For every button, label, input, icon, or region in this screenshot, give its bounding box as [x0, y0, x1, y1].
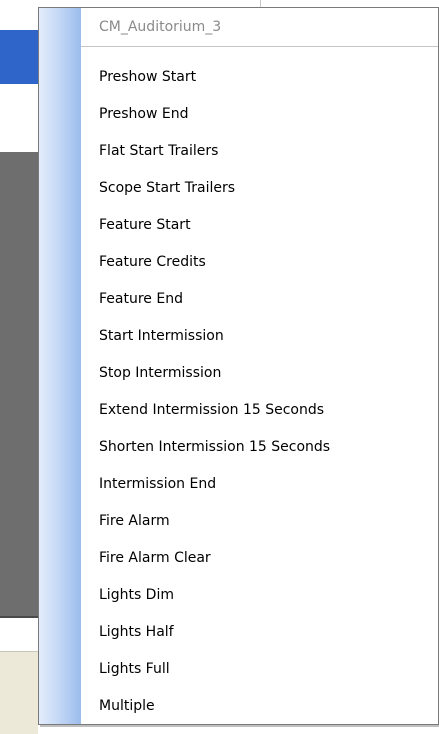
menu-item-preshow-start[interactable]: Preshow Start [39, 59, 438, 96]
menu-item-start-intermission[interactable]: Start Intermission [39, 318, 438, 355]
menu-item-feature-start[interactable]: Feature Start [39, 207, 438, 244]
menu-item-fire-alarm-clear[interactable]: Fire Alarm Clear [39, 540, 438, 577]
menu-item-feature-credits[interactable]: Feature Credits [39, 244, 438, 281]
menu-item-stop-intermission[interactable]: Stop Intermission [39, 355, 438, 392]
menu-item-multiple[interactable]: Multiple [39, 688, 438, 724]
background-title-bar [0, 30, 38, 84]
menu-list: CM_Auditorium_3 Preshow Start Preshow En… [39, 8, 438, 724]
background-window-edge [260, 0, 439, 7]
menu-item-lights-dim[interactable]: Lights Dim [39, 577, 438, 614]
menu-item-shorten-intermission[interactable]: Shorten Intermission 15 Seconds [39, 429, 438, 466]
screen: CM_Auditorium_3 Preshow Start Preshow En… [0, 0, 439, 734]
menu-item-scope-start-trailers[interactable]: Scope Start Trailers [39, 170, 438, 207]
menu-item-preshow-end[interactable]: Preshow End [39, 96, 438, 133]
context-menu: CM_Auditorium_3 Preshow Start Preshow En… [38, 7, 439, 725]
background-lower-panel [0, 618, 38, 652]
background-window-top [0, 0, 38, 30]
menu-separator [81, 46, 438, 47]
menu-item-extend-intermission[interactable]: Extend Intermission 15 Seconds [39, 392, 438, 429]
background-content-area [0, 84, 38, 152]
menu-header: CM_Auditorium_3 [99, 19, 222, 35]
background-status-area [0, 652, 38, 734]
menu-item-intermission-end[interactable]: Intermission End [39, 466, 438, 503]
menu-item-lights-half[interactable]: Lights Half [39, 614, 438, 651]
menu-item-lights-full[interactable]: Lights Full [39, 651, 438, 688]
menu-item-flat-start-trailers[interactable]: Flat Start Trailers [39, 133, 438, 170]
menu-item-fire-alarm[interactable]: Fire Alarm [39, 503, 438, 540]
menu-item-feature-end[interactable]: Feature End [39, 281, 438, 318]
background-grey-panel [0, 152, 38, 616]
